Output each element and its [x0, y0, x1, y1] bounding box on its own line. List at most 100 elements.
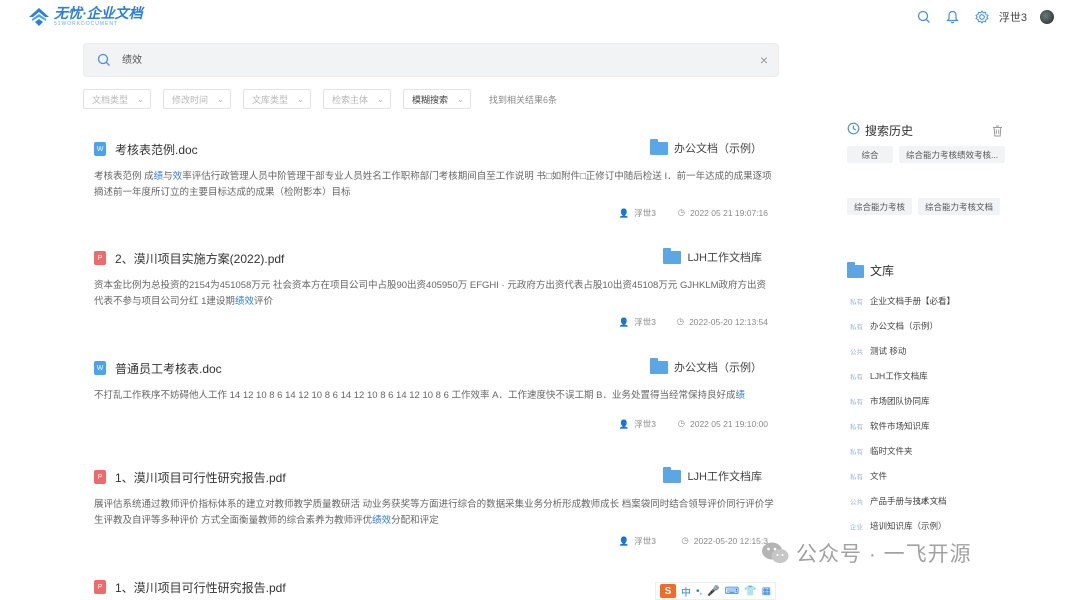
wechat-icon	[762, 542, 789, 563]
pdf-file-icon: P	[94, 470, 106, 484]
filter-doc-type[interactable]: 文档类型 ⌄	[83, 89, 151, 109]
library-tag: 企业	[850, 523, 863, 531]
folder-icon	[663, 247, 682, 264]
result-library-name: 办公文档（示例）	[674, 362, 762, 374]
chevron-down-icon: ⌄	[217, 94, 224, 104]
ime-toolbar[interactable]: S 中 •, 🎤 ⌨ 👕 ▦	[655, 582, 777, 600]
clock-icon: ◷	[681, 535, 689, 545]
filter-label: 修改时间	[172, 94, 209, 105]
library-item[interactable]: 私有 文件	[847, 463, 1017, 488]
filter-library-type[interactable]: 文库类型 ⌄	[243, 89, 311, 109]
ime-lang[interactable]: 中	[681, 584, 691, 599]
microphone-icon[interactable]: 🎤	[707, 586, 719, 597]
result-author: 👤 浮世3	[618, 316, 656, 328]
app-logo[interactable]: 无忧·企业文档 51WORKDOCUMENT	[28, 6, 143, 27]
library-pager: ‹ 1/2 ›	[908, 497, 936, 506]
library-item[interactable]: 私有 企业文档手册【必看】	[847, 288, 1017, 313]
user-icon: 👤	[618, 535, 630, 546]
result-library[interactable]: 办公文档（示例）	[650, 357, 762, 375]
folder-icon	[650, 357, 668, 374]
history-chip[interactable]: 综合能力考核文档	[918, 198, 1001, 215]
logo-icon	[28, 7, 50, 27]
trash-icon[interactable]	[992, 124, 1003, 142]
clock-icon: ◷	[677, 418, 685, 428]
library-tag: 私有	[850, 423, 863, 431]
search-history-title: 搜索历史	[865, 123, 914, 138]
result-author: 👤 浮世3	[618, 418, 656, 430]
library-item-label: 软件市场知识库	[870, 420, 930, 431]
clock-icon: ◷	[676, 316, 685, 326]
user-icon: 👤	[618, 316, 630, 327]
search-icon[interactable]	[916, 9, 932, 25]
library-item[interactable]: 私有 软件市场知识库	[847, 413, 1017, 438]
close-icon[interactable]: ×	[760, 53, 768, 67]
gear-icon[interactable]	[974, 9, 990, 25]
library-item-label: 测试 移动	[870, 345, 907, 356]
result-title[interactable]: 1、漠川项目可行性研究报告.pdf	[115, 579, 286, 596]
avatar[interactable]	[1040, 10, 1054, 24]
result-item: W 普通员工考核表.doc 办公文档（示例） 不打乱工作秩序不妨碍他人工作 14…	[94, 357, 768, 432]
result-library[interactable]: 办公文档（示例）	[650, 138, 762, 156]
clock-icon: ◷	[677, 207, 685, 217]
library-item[interactable]: 企业 培训知识库（示例）	[847, 513, 1017, 538]
result-library[interactable]: LJH工作文档库	[663, 466, 762, 484]
library-tag: 私有	[850, 323, 863, 331]
filter-modified-time[interactable]: 修改时间 ⌄	[163, 89, 231, 109]
library-tag: 公共	[850, 498, 863, 506]
result-snippet: 不打乱工作秩序不妨碍他人工作 14 12 10 8 6 14 12 10 8 6…	[94, 390, 745, 401]
search-bar: ×	[83, 43, 779, 77]
result-snippet: 资本金比例为总投资的2154为451058万元 社会资本方在项目公司中占股90出…	[94, 280, 767, 307]
result-time: ◷ 2022 05 21 19:10:00	[677, 418, 768, 429]
keyboard-icon[interactable]: ⌨	[725, 586, 739, 597]
result-author: 👤 浮世3	[618, 207, 656, 219]
pdf-file-icon: P	[94, 580, 106, 594]
result-title[interactable]: 2、漠川项目实施方案(2022).pdf	[115, 250, 284, 267]
result-library-name: LJH工作文档库	[687, 471, 762, 483]
library-title: 文库	[870, 263, 895, 278]
result-title[interactable]: 考核表范例.doc	[115, 141, 198, 158]
result-title[interactable]: 1、漠川项目可行性研究报告.pdf	[115, 469, 286, 486]
chevron-down-icon: ⌄	[457, 94, 464, 104]
library-item[interactable]: 私有 市场团队协同库	[847, 388, 1017, 413]
chevron-down-icon: ⌄	[297, 94, 304, 104]
library-tag: 公共	[850, 348, 863, 356]
result-time: ◷ 2022 05 21 19:07:16	[677, 207, 768, 218]
clock-icon	[847, 122, 860, 138]
pdf-file-icon: P	[94, 251, 106, 265]
library-item[interactable]: 公共 测试 移动	[847, 338, 1017, 363]
history-chip[interactable]: 综合能力考核	[847, 198, 913, 215]
result-snippet: 考核表范例 成绩与效率评估行政管理人员中阶管理干部专业人员姓名工作职称部门考核期…	[94, 171, 772, 198]
history-chips: 综合 综合能力考核绩效考核...	[847, 146, 1017, 163]
library-panel: 文库	[847, 261, 1017, 279]
punctuation-icon[interactable]: •,	[696, 586, 702, 597]
result-title[interactable]: 普通员工考核表.doc	[115, 360, 222, 377]
result-library-name: 办公文档（示例）	[674, 143, 762, 155]
username[interactable]: 浮世3	[999, 9, 1027, 25]
result-time: ◷ 2022-05-20 12:13:54	[676, 316, 768, 327]
search-input[interactable]	[122, 53, 722, 64]
history-chip[interactable]: 综合能力考核绩效考核...	[899, 146, 1006, 163]
result-library[interactable]: LJH工作文档库	[663, 247, 762, 265]
library-item[interactable]: 私有 办公文档（示例）	[847, 313, 1017, 338]
library-item[interactable]: 私有 LJH工作文档库	[847, 363, 1017, 388]
chevron-left-icon[interactable]: ‹	[908, 497, 911, 506]
history-chip[interactable]: 综合	[847, 146, 893, 163]
result-snippet: 展评估系统通过教师评价指标体系的建立对教师教学质量教研活 动业务获奖等方面进行综…	[94, 499, 774, 526]
library-item-label: 市场团队协同库	[870, 395, 930, 406]
user-icon: 👤	[618, 418, 630, 429]
filter-label: 文库类型	[252, 94, 289, 105]
chevron-right-icon[interactable]: ›	[934, 497, 937, 506]
library-item-label: 企业文档手册【必看】	[870, 295, 956, 306]
library-item-label: 培训知识库（示例）	[870, 520, 947, 531]
library-item[interactable]: 私有 临时文件夹	[847, 438, 1017, 463]
skin-icon[interactable]: 👕	[744, 586, 756, 597]
filter-match-mode[interactable]: 模糊搜索 ⌄	[403, 89, 471, 109]
bell-icon[interactable]	[945, 9, 961, 25]
filter-search-subject[interactable]: 检索主体 ⌄	[323, 89, 391, 109]
watermark-text: 公众号 · 一飞开源	[796, 543, 972, 566]
chevron-down-icon: ⌄	[377, 94, 384, 104]
library-item-label: 临时文件夹	[870, 445, 913, 456]
menu-grid-icon[interactable]: ▦	[762, 586, 771, 597]
ime-logo: S	[660, 584, 676, 598]
folder-icon	[847, 262, 864, 278]
